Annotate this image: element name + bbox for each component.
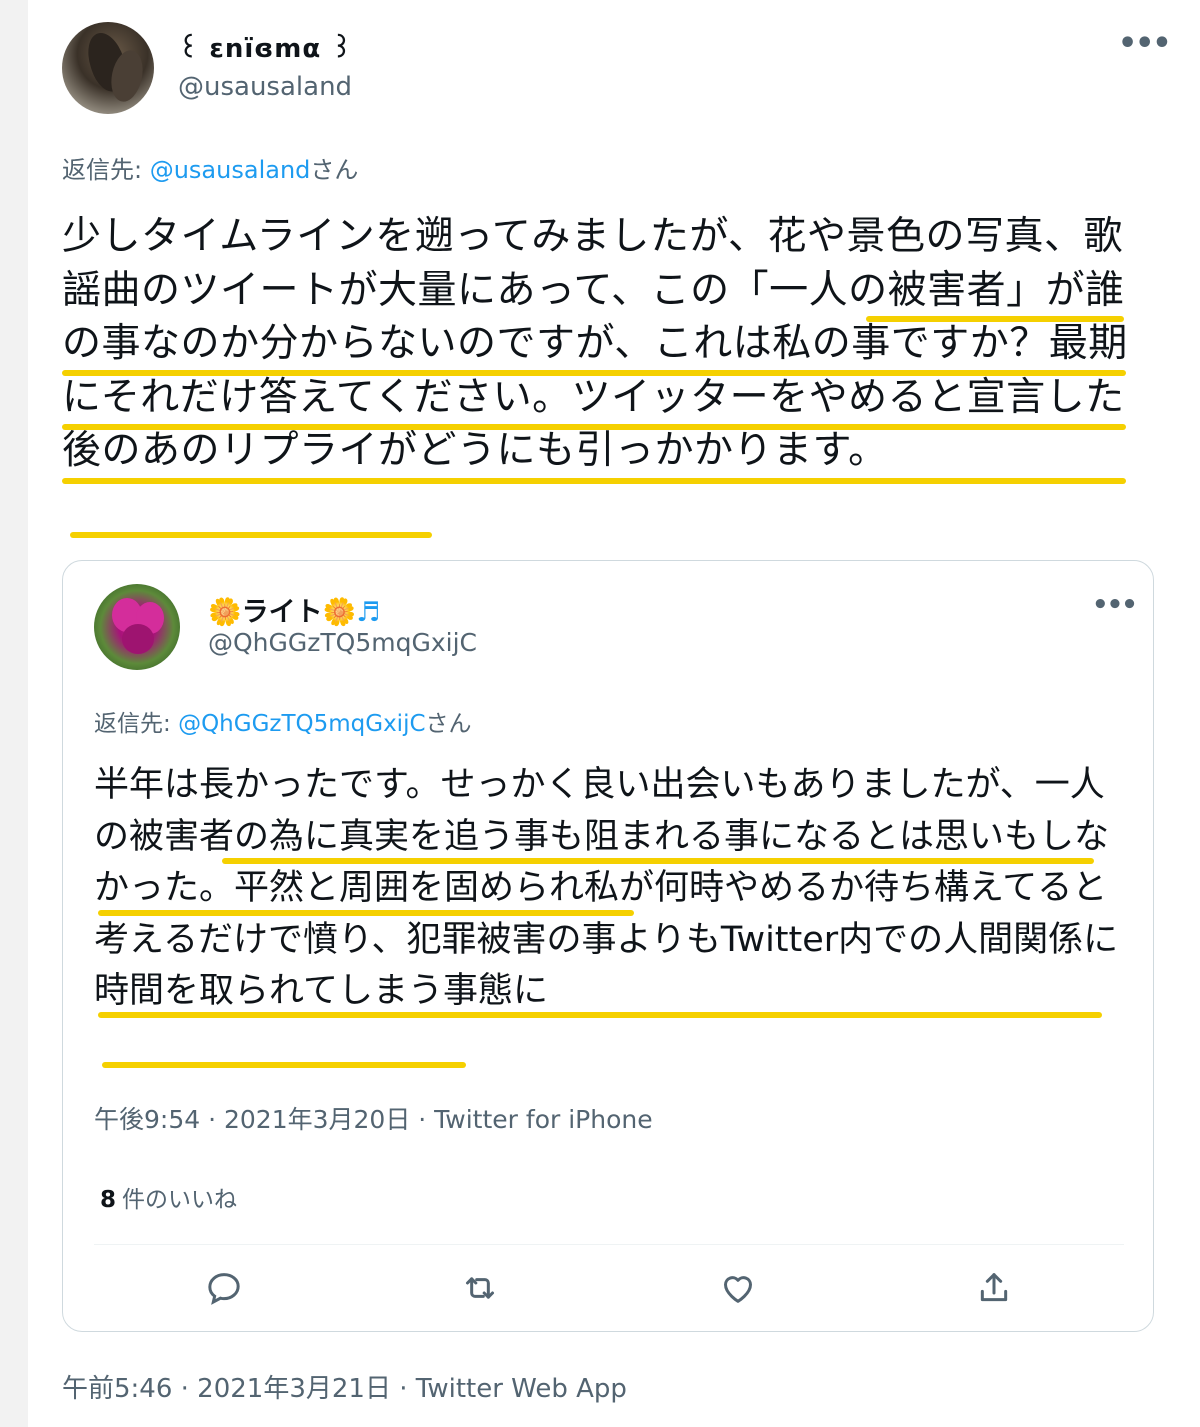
quoted-name-text: ライト <box>241 597 323 628</box>
quoted-avatar[interactable] <box>94 584 180 670</box>
reply-prefix: 返信先: <box>94 711 179 737</box>
highlight-underline <box>102 1062 466 1068</box>
likes-label: 件のいいね <box>122 1187 238 1213</box>
highlight-underline <box>98 1012 1102 1018</box>
quoted-reply-to-line: 返信先: @QhGGzTQ5mqGxijCさん <box>94 704 472 738</box>
quoted-tweet-timestamp[interactable]: 午後9:54 · 2021年3月20日 · Twitter for iPhone <box>94 1100 653 1136</box>
reply-mention-link[interactable]: @usausaland <box>150 156 311 184</box>
quoted-tweet-text: 半年は長かったです。せっかく良い出会いもありましたが、一人の被害者の為に真実を追… <box>94 765 1119 1011</box>
reply-suffix: さん <box>425 711 472 737</box>
reply-suffix: さん <box>310 156 359 184</box>
highlight-underline <box>62 478 1126 484</box>
like-icon[interactable] <box>718 1268 758 1308</box>
avatar[interactable] <box>62 22 154 114</box>
highlight-underline <box>70 532 432 538</box>
retweet-icon[interactable] <box>460 1268 500 1308</box>
music-notes-emoji: ♬ <box>356 597 381 628</box>
likes-count: 8 <box>100 1187 117 1213</box>
reply-mention-link[interactable]: @QhGGzTQ5mqGxijC <box>178 711 425 737</box>
reply-prefix: 返信先: <box>62 156 150 184</box>
flower-emoji: 🌼 <box>322 597 357 628</box>
divider <box>94 1244 1124 1245</box>
highlight-underline <box>62 370 1126 376</box>
highlight-underline <box>222 858 1094 864</box>
share-icon[interactable] <box>974 1268 1014 1308</box>
flower-emoji: 🌼 <box>208 597 242 628</box>
display-name[interactable]: ꒰ εnïɞmα ꒱ <box>178 30 353 64</box>
more-options-icon[interactable]: ••• <box>1118 26 1172 61</box>
quoted-user-handle[interactable]: @QhGGzTQ5mqGxijC <box>208 628 477 657</box>
quoted-more-options-icon[interactable]: ••• <box>1092 590 1138 620</box>
highlight-underline <box>98 910 634 916</box>
reply-icon[interactable] <box>204 1268 244 1308</box>
tweet-timestamp[interactable]: 午前5:46 · 2021年3月21日 · Twitter Web App <box>62 1368 627 1405</box>
likes-count-link[interactable]: 8 件のいいね <box>100 1180 237 1214</box>
highlight-underline <box>62 424 1126 430</box>
highlight-underline <box>866 316 1124 322</box>
reply-to-line: 返信先: @usausalandさん <box>62 150 358 185</box>
user-handle[interactable]: @usausaland <box>178 72 352 102</box>
quoted-display-name[interactable]: 🌼ライト🌼♬ <box>208 590 380 629</box>
avatar-image-detail <box>122 624 154 654</box>
tweet-text: 少しタイムラインを遡ってみましたが、花や景色の写真、歌謡曲のツイートが大量にあっ… <box>62 214 1128 473</box>
